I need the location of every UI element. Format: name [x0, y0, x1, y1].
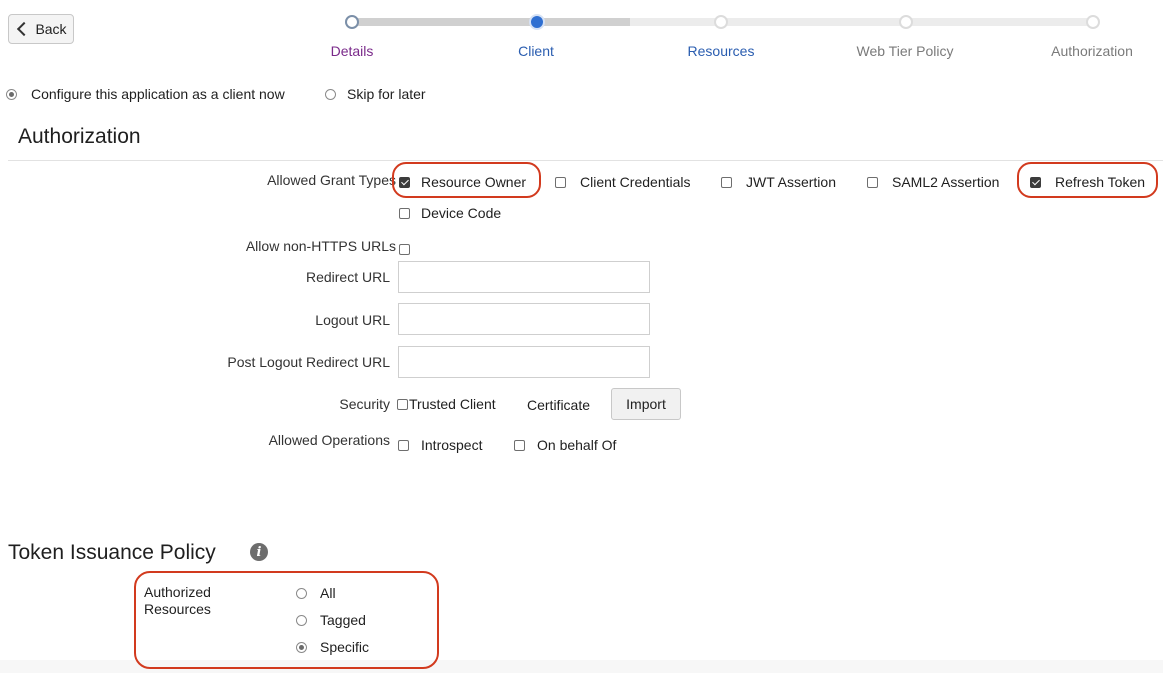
on-behalf-of-checkbox[interactable] [514, 439, 525, 451]
resources-tagged-label: Tagged [320, 612, 366, 628]
train-stop-resources[interactable] [714, 15, 728, 29]
trusted-client-label: Trusted Client [409, 396, 496, 412]
saml2-assertion-checkbox[interactable] [867, 176, 878, 188]
skip-for-later-option[interactable]: Skip for later [325, 86, 426, 102]
refresh-token-label: Refresh Token [1055, 174, 1146, 190]
back-button-label: Back [35, 21, 67, 37]
allowed-grant-types-label: Allowed Grant Types [267, 172, 396, 188]
back-button[interactable]: Back [8, 14, 74, 44]
resources-all-option[interactable]: All [296, 585, 336, 601]
resources-all-label: All [320, 585, 336, 601]
train-track-completed [354, 18, 537, 26]
train-stop-client[interactable] [529, 14, 545, 30]
train-label-web-tier-policy: Web Tier Policy [856, 43, 954, 59]
grant-saml2-assertion[interactable]: SAML2 Assertion [867, 174, 999, 190]
allow-non-https-label: Allow non-HTTPS URLs [245, 238, 396, 254]
resources-all-radio[interactable] [296, 587, 307, 599]
authorized-resources-label-line2: Resources [144, 601, 211, 617]
token-issuance-policy-title: Token Issuance Policy [8, 541, 216, 564]
allowed-operations-label: Allowed Operations [268, 432, 390, 448]
train-track-progress [537, 18, 630, 26]
grant-client-credentials[interactable]: Client Credentials [555, 174, 691, 190]
jwt-assertion-label: JWT Assertion [746, 174, 836, 190]
footer-band [0, 660, 1163, 673]
post-logout-redirect-url-input[interactable] [398, 346, 650, 378]
introspect-option[interactable]: Introspect [398, 437, 482, 453]
authorization-divider [8, 160, 1163, 161]
authorization-section-title: Authorization [18, 125, 141, 148]
resources-specific-option[interactable]: Specific [296, 639, 369, 655]
redirect-url-input[interactable] [398, 261, 650, 293]
chevron-left-icon [17, 21, 32, 37]
grant-refresh-token[interactable]: Refresh Token [1030, 174, 1145, 190]
saml2-assertion-label: SAML2 Assertion [892, 174, 1000, 190]
refresh-token-checkbox[interactable] [1030, 176, 1041, 188]
device-code-checkbox[interactable] [399, 207, 410, 219]
train-label-details[interactable]: Details [302, 43, 402, 59]
configure-client-now-option[interactable]: Configure this application as a client n… [6, 86, 285, 102]
resource-owner-checkbox[interactable] [399, 176, 410, 188]
train-track-remaining [630, 18, 1095, 26]
train-stop-authorization [1086, 15, 1100, 29]
grant-jwt-assertion[interactable]: JWT Assertion [721, 174, 836, 190]
redirect-url-label: Redirect URL [305, 269, 390, 285]
trusted-client-option[interactable]: Trusted Client [397, 396, 496, 412]
train-label-authorization: Authorization [1051, 43, 1133, 59]
authorized-resources-label: Authorized Resources [144, 584, 211, 618]
certificate-label: Certificate [527, 397, 591, 413]
security-label: Security [339, 396, 390, 412]
resources-tagged-option[interactable]: Tagged [296, 612, 366, 628]
skip-for-later-label: Skip for later [347, 86, 426, 102]
train-label-client[interactable]: Client [486, 43, 586, 59]
grant-device-code[interactable]: Device Code [399, 205, 501, 221]
resources-specific-label: Specific [320, 639, 370, 655]
client-credentials-checkbox[interactable] [555, 176, 566, 188]
introspect-label: Introspect [421, 437, 483, 453]
logout-url-label: Logout URL [315, 312, 390, 328]
configure-client-now-radio[interactable] [6, 88, 17, 100]
grant-resource-owner[interactable]: Resource Owner [399, 174, 526, 190]
on-behalf-of-option[interactable]: On behalf Of [514, 437, 616, 453]
configure-client-now-label: Configure this application as a client n… [31, 86, 285, 102]
train-stop-details[interactable] [345, 15, 359, 29]
device-code-label: Device Code [421, 205, 502, 221]
info-icon[interactable]: i [250, 543, 268, 561]
trusted-client-checkbox[interactable] [397, 398, 408, 410]
skip-for-later-radio[interactable] [325, 88, 336, 100]
authorized-resources-label-line1: Authorized [144, 584, 211, 600]
on-behalf-of-label: On behalf Of [537, 437, 617, 453]
post-logout-redirect-url-label: Post Logout Redirect URL [227, 354, 390, 370]
train-label-resources[interactable]: Resources [661, 43, 781, 59]
import-certificate-button[interactable]: Import [611, 388, 681, 420]
resource-owner-label: Resource Owner [421, 174, 527, 190]
client-credentials-label: Client Credentials [580, 174, 691, 190]
jwt-assertion-checkbox[interactable] [721, 176, 732, 188]
train-stop-web-tier-policy [899, 15, 913, 29]
allow-non-https-checkbox[interactable] [399, 243, 410, 255]
resources-tagged-radio[interactable] [296, 614, 307, 626]
introspect-checkbox[interactable] [398, 439, 409, 451]
resources-specific-radio[interactable] [296, 641, 307, 653]
logout-url-input[interactable] [398, 303, 650, 335]
